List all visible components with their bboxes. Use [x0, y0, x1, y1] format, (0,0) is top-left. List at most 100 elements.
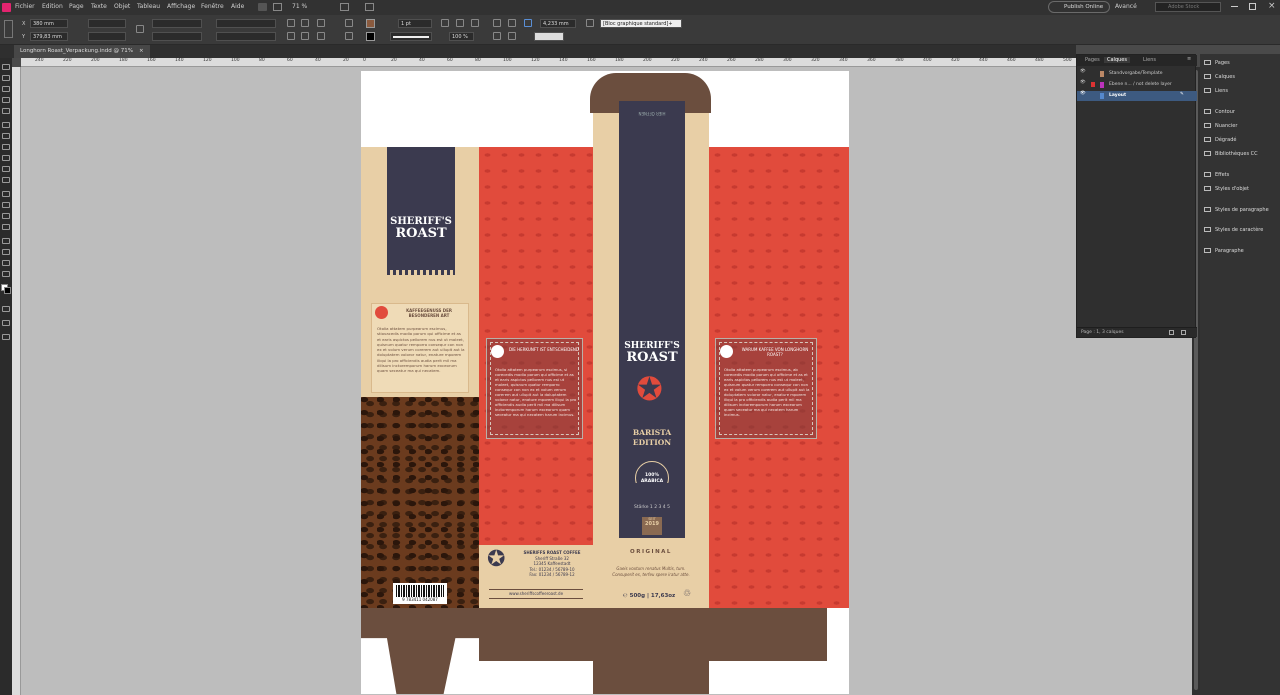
workspace-switcher[interactable]: Avancé	[1115, 3, 1137, 10]
apply-color-icon[interactable]	[2, 320, 10, 326]
document-page[interactable]: SHERIFF'S ROAST KAFFEEGENUSS DER BESONDER…	[361, 71, 849, 694]
rotate-cw-icon[interactable]	[287, 19, 295, 27]
panel-styles-paragraphe[interactable]: Styles de paragraphe	[1204, 207, 1269, 213]
front-label-strip[interactable]: HIER ÖFFNEN SHERIFF'S ROAST ✪ BARISTA EDIT…	[619, 101, 685, 495]
panel-calques[interactable]: Calques	[1204, 74, 1235, 80]
panel-styles-caractere[interactable]: Styles de caractère	[1204, 227, 1263, 233]
panel-nuancier[interactable]: Nuancier	[1204, 123, 1237, 129]
bottom-flap-2[interactable]	[479, 608, 593, 661]
rotate-ccw-icon[interactable]	[301, 19, 309, 27]
menu-edition[interactable]: Edition	[42, 3, 63, 10]
stroke-swatch[interactable]	[366, 32, 375, 41]
corner-options-icon[interactable]	[456, 19, 464, 27]
reference-point-icon[interactable]	[4, 20, 13, 38]
arrange-documents-icon[interactable]	[365, 3, 374, 11]
selection-tool-icon[interactable]	[2, 64, 10, 70]
vertical-ruler[interactable]	[12, 67, 21, 695]
bottom-flap-left[interactable]	[361, 608, 479, 694]
shadow-icon[interactable]	[493, 32, 501, 40]
gap-tool-icon[interactable]	[2, 97, 10, 103]
select-next-icon[interactable]	[345, 32, 353, 40]
zoom-tool-icon[interactable]	[2, 271, 10, 277]
flip-vertical-icon[interactable]	[301, 32, 309, 40]
constrain-proportions-icon[interactable]	[136, 25, 144, 33]
minimize-icon[interactable]	[1231, 6, 1238, 7]
gradient-feather-tool-icon[interactable]	[2, 224, 10, 230]
content-collector-icon[interactable]	[2, 108, 10, 114]
tab-liens[interactable]: Liens	[1143, 57, 1156, 63]
origin-info-box[interactable]: DIE HERKUNFT IST ENTSCHEIDEND Otolia att…	[486, 338, 583, 439]
bottom-flap-4[interactable]	[709, 608, 827, 661]
layer-row-selected[interactable]: 👁 Layout ✎	[1077, 91, 1197, 101]
direct-selection-tool-icon[interactable]	[2, 75, 10, 81]
maximize-icon[interactable]	[1249, 3, 1256, 10]
indesign-logo[interactable]	[2, 3, 11, 12]
height-input[interactable]	[88, 32, 126, 41]
pencil-tool-icon[interactable]	[2, 155, 10, 161]
page-tool-icon[interactable]	[2, 86, 10, 92]
stroke-type-select[interactable]	[390, 32, 432, 41]
opacity-input[interactable]: 100 %	[449, 32, 474, 41]
formatting-container-icon[interactable]	[2, 306, 10, 312]
hand-tool-icon[interactable]	[2, 260, 10, 266]
stock-search-input[interactable]: Adobe Stock	[1155, 2, 1221, 12]
coffee-beans-photo[interactable]: 9 783411 042087	[361, 397, 479, 608]
size-input[interactable]: 4,233 mm	[540, 19, 576, 28]
wrap-icon[interactable]	[471, 19, 479, 27]
y-position-input[interactable]: 379,83 mm	[30, 32, 68, 41]
pen-tool-icon[interactable]	[2, 144, 10, 150]
bottom-flap-center[interactable]	[593, 608, 709, 694]
align-center-icon[interactable]	[508, 19, 516, 27]
menu-aide[interactable]: Aide	[231, 3, 244, 10]
panel-pages[interactable]: Pages	[1204, 60, 1230, 66]
scale-y-input[interactable]	[152, 32, 202, 41]
stroke-align-icon[interactable]	[441, 19, 449, 27]
menu-affichage[interactable]: Affichage	[167, 3, 195, 10]
menu-objet[interactable]: Objet	[114, 3, 130, 10]
gradient-tool-icon[interactable]	[2, 213, 10, 219]
menu-fichier[interactable]: Fichier	[15, 3, 35, 10]
frame-fitting-icon[interactable]	[524, 19, 532, 27]
front-label-strip-lower[interactable]: 100% ARABICA Stärke 1 2 3 4 5 SEIT 2019	[619, 473, 685, 538]
type-tool-icon[interactable]	[2, 122, 10, 128]
panel-effets[interactable]: Effets	[1204, 172, 1229, 178]
visibility-icon[interactable]: 👁	[1080, 69, 1086, 74]
side-label-tag[interactable]: SHERIFF'S ROAST	[387, 147, 455, 275]
document-tab[interactable]: Longhorn Roast_Verpackung.indd @ 71% ×	[14, 45, 150, 58]
scissors-tool-icon[interactable]	[2, 191, 10, 197]
effects-icon[interactable]	[508, 32, 516, 40]
free-transform-tool-icon[interactable]	[2, 202, 10, 208]
shear-input[interactable]	[216, 32, 276, 41]
panel-menu-icon[interactable]: ≡	[1187, 56, 1191, 62]
rotation-input[interactable]	[216, 19, 276, 28]
note-tool-icon[interactable]	[2, 238, 10, 244]
publish-online-button[interactable]: Publish Online	[1048, 1, 1111, 13]
visibility-icon[interactable]: 👁	[1080, 80, 1086, 85]
menu-fenetre[interactable]: Fenêtre	[201, 3, 224, 10]
bridge-icon[interactable]	[258, 3, 267, 11]
menu-tableau[interactable]: Tableau	[137, 3, 160, 10]
close-icon[interactable]: ×	[1268, 1, 1276, 11]
scale-x-input[interactable]	[152, 19, 202, 28]
panel-paragraphe[interactable]: Paragraphe	[1204, 248, 1244, 254]
panel-styles-objet[interactable]: Styles d'objet	[1204, 186, 1249, 192]
rectangle-frame-tool-icon[interactable]	[2, 166, 10, 172]
panel-liens[interactable]: Liens	[1204, 88, 1228, 94]
menu-page[interactable]: Page	[69, 3, 84, 10]
visibility-icon[interactable]: 👁	[1080, 91, 1086, 96]
select-content-icon[interactable]	[317, 32, 325, 40]
layer-row[interactable]: 👁 Standvorgabe/Template	[1077, 69, 1197, 79]
view-options-icon[interactable]	[273, 3, 282, 11]
flip-horizontal-icon[interactable]	[287, 32, 295, 40]
eyedropper-tool-icon[interactable]	[2, 249, 10, 255]
x-position-input[interactable]: 380 mm	[30, 19, 68, 28]
fill-swatch[interactable]	[366, 19, 375, 28]
object-style-icon[interactable]	[586, 19, 594, 27]
panel-degrade[interactable]: Dégradé	[1204, 137, 1236, 143]
company-info-panel[interactable]: ✪ SHERIFFS ROAST COFFEE Sheriff Straße 3…	[479, 545, 593, 608]
line-tool-icon[interactable]	[2, 133, 10, 139]
tab-calques[interactable]: Calques	[1104, 57, 1130, 63]
select-previous-icon[interactable]	[345, 19, 353, 27]
panel-contour[interactable]: Contour	[1204, 109, 1235, 115]
align-left-icon[interactable]	[493, 19, 501, 27]
